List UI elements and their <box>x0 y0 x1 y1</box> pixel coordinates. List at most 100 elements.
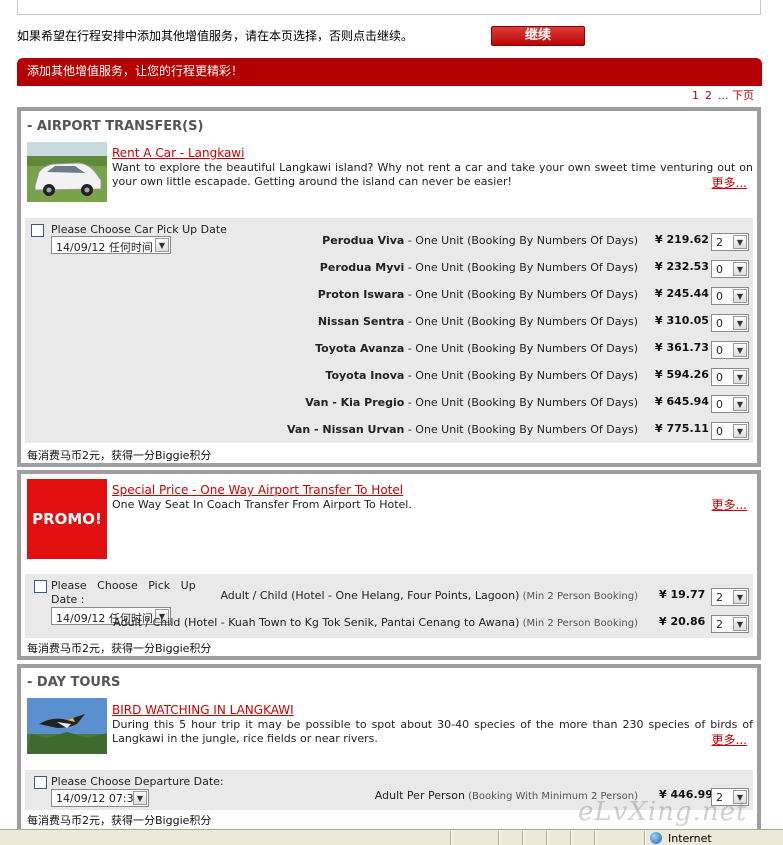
option-row: Perodua Myvi - One Unit (Booking By Numb… <box>25 258 753 278</box>
quantity-value: 0 <box>716 263 723 276</box>
status-divider <box>594 831 596 845</box>
watermark: eLvXing.net <box>578 797 748 827</box>
quantity-select[interactable]: 2 ▼ <box>711 588 749 606</box>
option-price: ¥ 594.26 <box>655 368 709 381</box>
option-price: ¥ 232.53 <box>655 260 709 273</box>
option-price: ¥ 361.73 <box>655 341 709 354</box>
more-link[interactable]: 更多... <box>712 174 747 191</box>
next-page-link[interactable]: ... 下页 <box>718 89 754 102</box>
quantity-select[interactable]: 0 ▼ <box>711 395 749 413</box>
airport-transfer-section: - AIRPORT TRANSFER(S) Rent A Car - Langk… <box>17 107 761 467</box>
bird-thumbnail <box>27 698 107 754</box>
points-note: 每消费马币2元，获得一分Biggie积分 <box>27 642 212 655</box>
chevron-down-icon: ▼ <box>733 397 747 411</box>
option-name: Adult / Child (Hotel - One Helang, Four … <box>220 589 520 602</box>
quantity-value: 0 <box>716 290 723 303</box>
option-price: ¥ 245.44 <box>655 287 709 300</box>
option-price: ¥ 19.77 <box>659 588 706 601</box>
option-detail: - One Unit (Booking By Numbers Of Days) <box>404 288 638 301</box>
chevron-down-icon: ▼ <box>733 617 747 631</box>
options-panel: Please Choose Pick Up Date : 14/09/12 任何… <box>25 574 753 638</box>
option-row: Adult / Child (Hotel - Kuah Town to Kg T… <box>25 613 753 633</box>
chevron-down-icon: ▼ <box>733 370 747 384</box>
option-detail: - One Unit (Booking By Numbers Of Days) <box>404 261 638 274</box>
quantity-select[interactable]: 0 ▼ <box>711 287 749 305</box>
product-link-rent-a-car[interactable]: Rent A Car - Langkawi <box>112 146 244 160</box>
quantity-select[interactable]: 0 ▼ <box>711 260 749 278</box>
option-price: ¥ 20.86 <box>659 615 706 628</box>
quantity-select[interactable]: 2 ▼ <box>711 233 749 251</box>
quantity-value: 0 <box>716 317 723 330</box>
option-row: Toyota Avanza - One Unit (Booking By Num… <box>25 339 753 359</box>
quantity-value: 2 <box>716 618 723 631</box>
continue-button[interactable]: 继续 <box>491 26 585 46</box>
quantity-value: 0 <box>716 425 723 438</box>
promo-thumb-text: PROMO! <box>32 510 102 528</box>
section-title: - AIRPORT TRANSFER(S) <box>27 119 204 134</box>
points-note: 每消费马币2元，获得一分Biggie积分 <box>27 449 212 462</box>
quantity-select[interactable]: 0 ▼ <box>711 422 749 440</box>
quantity-select[interactable]: 0 ▼ <box>711 341 749 359</box>
chevron-down-icon: ▼ <box>733 343 747 357</box>
services-banner: 添加其他增值服务，让您的行程更精彩！ <box>17 58 762 86</box>
option-name: Toyota Inova <box>325 369 405 382</box>
car-thumbnail <box>27 142 107 202</box>
status-divider <box>546 831 548 845</box>
option-name: Adult Per Person <box>374 789 465 802</box>
option-name: Van - Kia Pregio <box>305 396 405 409</box>
more-link[interactable]: 更多... <box>712 496 747 513</box>
option-detail: - One Unit (Booking By Numbers Of Days) <box>404 369 638 382</box>
option-row: Van - Kia Pregio - One Unit (Booking By … <box>25 393 753 413</box>
points-note: 每消费马币2元，获得一分Biggie积分 <box>27 814 212 827</box>
product-description: One Way Seat In Coach Transfer From Airp… <box>112 498 412 511</box>
quantity-value: 2 <box>716 591 723 604</box>
option-name: Nissan Sentra <box>317 315 405 328</box>
status-divider <box>570 831 572 845</box>
status-divider <box>644 831 646 845</box>
quantity-value: 0 <box>716 371 723 384</box>
page-link-2[interactable]: 2 <box>705 89 712 102</box>
option-detail: - One Unit (Booking By Numbers Of Days) <box>404 315 638 328</box>
quantity-select[interactable]: 2 ▼ <box>711 615 749 633</box>
chevron-down-icon: ▼ <box>733 289 747 303</box>
option-row: Toyota Inova - One Unit (Booking By Numb… <box>25 366 753 386</box>
option-name: Van - Nissan Urvan <box>287 423 405 436</box>
option-name: Toyota Avanza <box>315 342 405 355</box>
product-link-bird-watching[interactable]: BIRD WATCHING IN LANGKAWI <box>112 703 294 717</box>
option-price: ¥ 219.62 <box>655 233 709 246</box>
option-name: Perodua Viva <box>322 234 405 247</box>
option-row: Perodua Viva - One Unit (Booking By Numb… <box>25 231 753 251</box>
options-panel: Please Choose Car Pick Up Date 14/09/12 … <box>25 218 753 443</box>
chevron-down-icon: ▼ <box>733 590 747 604</box>
option-detail: - One Unit (Booking By Numbers Of Days) <box>404 234 638 247</box>
chevron-down-icon: ▼ <box>733 262 747 276</box>
pagination: 1 2 ... 下页 <box>692 87 760 103</box>
option-detail: - One Unit (Booking By Numbers Of Days) <box>404 396 638 409</box>
product-description: During this 5 hour trip it may be possib… <box>112 718 753 745</box>
option-name: Proton Iswara <box>317 288 405 301</box>
option-price: ¥ 310.05 <box>655 314 709 327</box>
quantity-select[interactable]: 0 ▼ <box>711 314 749 332</box>
page-link-1[interactable]: 1 <box>692 89 699 102</box>
quantity-select[interactable]: 0 ▼ <box>711 368 749 386</box>
internet-zone-icon <box>650 832 662 844</box>
option-row: Adult / Child (Hotel - One Helang, Four … <box>25 586 753 606</box>
promo-section: PROMO! Special Price - One Way Airport T… <box>17 470 761 660</box>
section-title: - DAY TOURS <box>27 675 121 690</box>
status-divider <box>450 831 452 845</box>
browser-status-bar: Internet <box>0 829 783 845</box>
product-link-promo[interactable]: Special Price - One Way Airport Transfer… <box>112 483 403 497</box>
option-name: Perodua Myvi <box>319 261 405 274</box>
option-detail: - One Unit (Booking By Numbers Of Days) <box>404 342 638 355</box>
previous-panel <box>17 0 761 15</box>
option-row: Van - Nissan Urvan - One Unit (Booking B… <box>25 420 753 440</box>
option-name: Adult / Child (Hotel - Kuah Town to Kg T… <box>113 616 520 629</box>
chevron-down-icon: ▼ <box>733 424 747 438</box>
more-link[interactable]: 更多... <box>712 731 747 748</box>
option-row: Proton Iswara - One Unit (Booking By Num… <box>25 285 753 305</box>
quantity-value: 0 <box>716 398 723 411</box>
option-detail: (Min 2 Person Booking) <box>519 591 638 602</box>
status-divider <box>498 831 500 845</box>
status-divider <box>522 831 524 845</box>
product-description: Want to explore the beautiful Langkawi i… <box>112 161 753 188</box>
